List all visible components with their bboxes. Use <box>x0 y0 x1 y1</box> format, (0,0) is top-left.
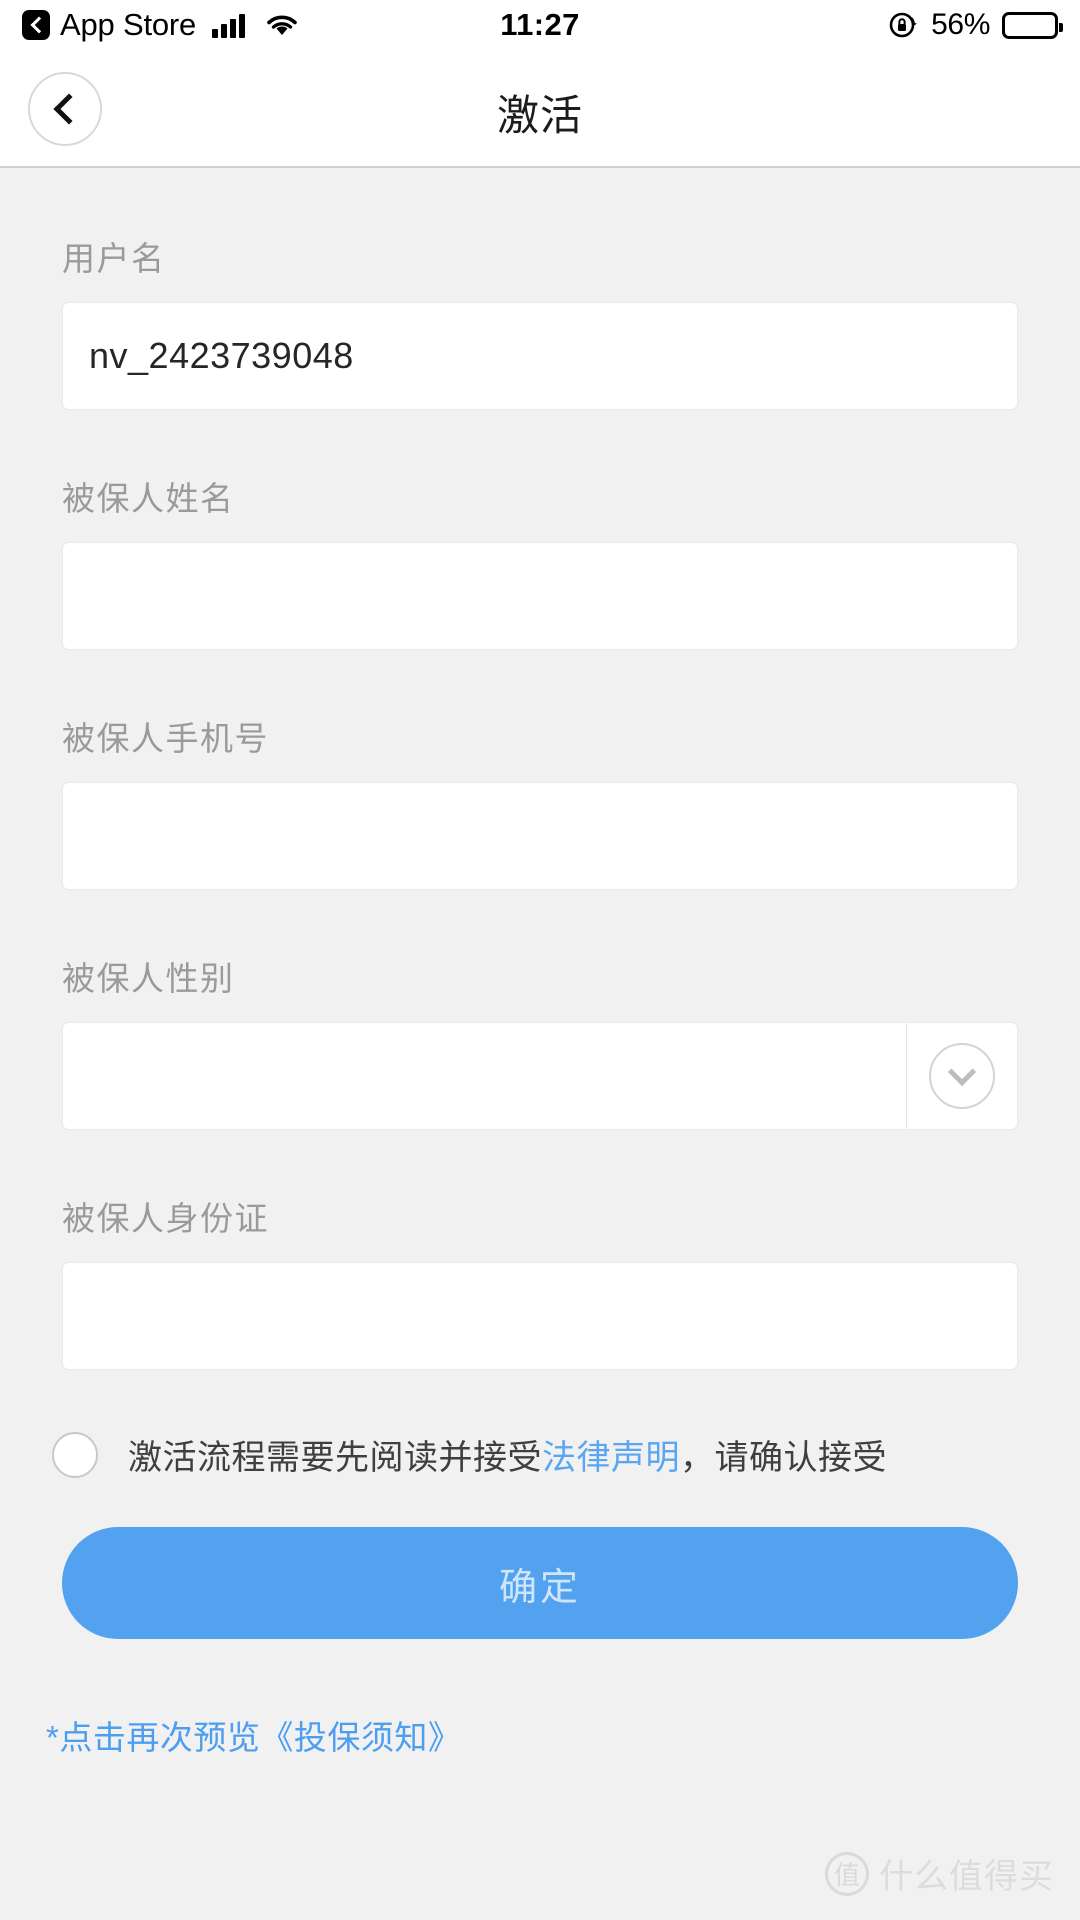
confirm-button[interactable]: 确定 <box>62 1527 1018 1639</box>
page-title: 激活 <box>496 92 583 139</box>
input-insured-id[interactable] <box>62 1262 1018 1370</box>
watermark: 值 什么值得买 <box>825 1849 1054 1898</box>
field-insured-name: 被保人姓名 <box>0 472 1080 650</box>
app-screen: App Store 11:27 56% 激活 用户名 nv_2423739048… <box>0 0 1080 1920</box>
field-gap-4 <box>0 1130 1080 1192</box>
input-insured-name[interactable] <box>62 542 1018 650</box>
select-toggle-button[interactable] <box>907 1023 1017 1129</box>
agreement-text: 激活流程需要先阅读并接受法律声明，请确认接受 <box>128 1430 887 1479</box>
field-label-insured-gender: 被保人性别 <box>62 960 235 997</box>
field-label-username: 用户名 <box>62 240 166 277</box>
nav-bar: 激活 <box>0 50 1080 168</box>
confirm-button-label: 确定 <box>498 1566 581 1609</box>
chevron-down-icon <box>929 1043 995 1109</box>
field-insured-phone: 被保人手机号 <box>0 712 1080 890</box>
watermark-badge-icon: 值 <box>825 1851 869 1896</box>
status-bar-clock: 11:27 <box>500 7 580 42</box>
form-content: 用户名 nv_2423739048 被保人姓名 被保人手机号 被保人性别 被保人… <box>0 170 1080 1759</box>
status-bar: App Store 11:27 56% <box>0 0 1080 50</box>
agreement-checkbox[interactable] <box>52 1431 98 1478</box>
input-username-value: nv_2423739048 <box>89 335 354 376</box>
field-insured-gender: 被保人性别 <box>0 952 1080 1130</box>
input-insured-phone[interactable] <box>62 782 1018 890</box>
select-insured-gender[interactable] <box>62 1022 1018 1130</box>
field-insured-id: 被保人身份证 <box>0 1192 1080 1370</box>
battery-icon <box>1002 11 1063 39</box>
field-label-insured-name: 被保人姓名 <box>62 480 235 517</box>
top-spacer <box>0 170 1080 232</box>
field-username: 用户名 nv_2423739048 <box>0 232 1080 410</box>
agreement-row: 激活流程需要先阅读并接受法律声明，请确认接受 <box>0 1430 1080 1479</box>
preview-notice-link[interactable]: *点击再次预览《投保须知》 <box>0 1711 1080 1759</box>
field-gap-3 <box>0 890 1080 952</box>
field-label-insured-phone: 被保人手机号 <box>62 720 269 757</box>
agreement-text-after: ，请确认接受 <box>680 1439 887 1477</box>
field-gap-2 <box>0 650 1080 712</box>
field-gap-1 <box>0 410 1080 472</box>
legal-statement-link[interactable]: 法律声明 <box>542 1439 680 1477</box>
input-username[interactable]: nv_2423739048 <box>62 302 1018 410</box>
watermark-text: 什么值得买 <box>879 1858 1054 1896</box>
agreement-text-before: 激活流程需要先阅读并接受 <box>128 1439 542 1477</box>
field-label-insured-id: 被保人身份证 <box>62 1200 269 1237</box>
